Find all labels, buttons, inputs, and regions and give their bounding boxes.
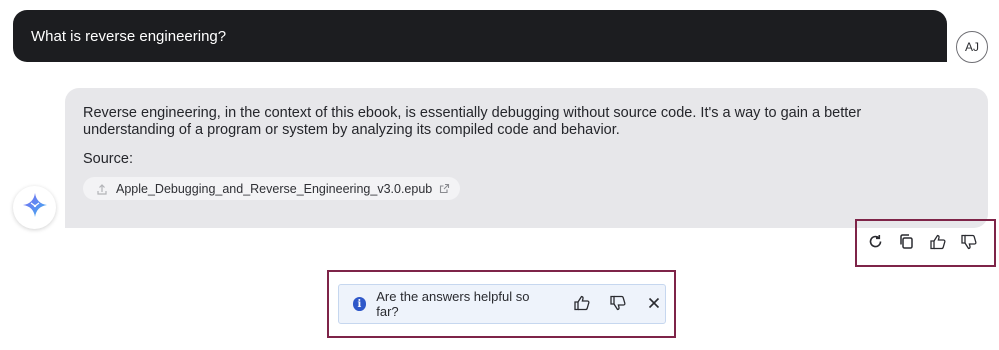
thumbs-down-icon [609,294,627,315]
regenerate-button[interactable] [865,233,886,254]
user-message-bubble: What is reverse engineering? [13,10,947,62]
info-icon: i [352,297,367,311]
feedback-banner: i Are the answers helpful so far? [337,284,666,324]
assistant-avatar [13,186,56,229]
dislike-button[interactable] [958,233,979,254]
feedback-banner-highlight: i Are the answers helpful so far? [327,270,676,338]
feedback-buttons [571,293,665,315]
feedback-like-button[interactable] [571,293,593,315]
feedback-dislike-button[interactable] [607,293,629,315]
thumbs-down-icon [960,233,978,254]
assistant-answer-text: Reverse engineering, in the context of t… [83,105,862,138]
close-icon [648,297,660,312]
sparkle-star-icon [21,191,49,224]
source-label: Source: [83,151,133,167]
source-file-name: Apple_Debugging_and_Reverse_Engineering_… [116,181,433,196]
copy-icon [898,233,915,253]
source-file-chip[interactable]: Apple_Debugging_and_Reverse_Engineering_… [83,177,461,200]
thumbs-up-icon [929,233,947,254]
feedback-close-button[interactable] [643,293,665,315]
user-message-text: What is reverse engineering? [31,27,227,45]
thumbs-up-icon [573,294,591,315]
external-link-icon[interactable] [439,183,450,194]
copy-button[interactable] [896,233,917,254]
file-upload-icon [95,182,109,196]
message-actions-highlight [855,219,996,267]
user-avatar[interactable]: AJ [956,31,988,63]
refresh-icon [867,233,884,253]
message-actions-bar [865,233,979,254]
feedback-question: Are the answers helpful so far? [376,289,530,319]
like-button[interactable] [927,233,948,254]
assistant-message-bubble: Reverse engineering, in the context of t… [65,88,988,228]
